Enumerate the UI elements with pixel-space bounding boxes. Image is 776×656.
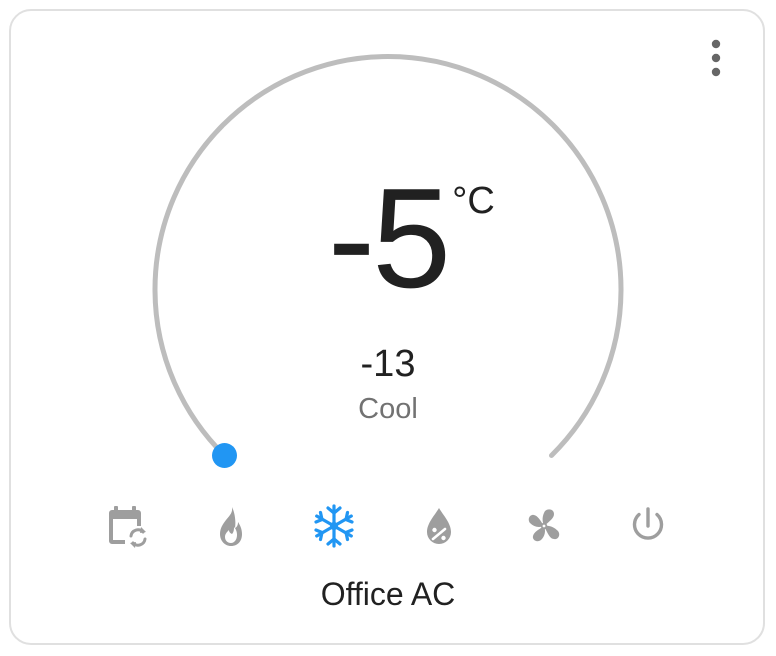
more-options-button[interactable]	[692, 30, 740, 86]
fire-icon	[220, 507, 242, 546]
mode-heat-button[interactable]	[206, 502, 254, 550]
mode-off-button[interactable]	[624, 502, 672, 550]
fan-icon	[528, 509, 560, 542]
water-percent-icon	[427, 508, 451, 544]
mode-cool-button[interactable]	[310, 502, 358, 550]
mode-fan-button[interactable]	[520, 502, 568, 550]
card-title: Office AC	[320, 576, 456, 612]
calendar-sync-icon	[109, 506, 147, 548]
power-icon	[632, 507, 664, 540]
hvac-mode-label: Cool	[358, 393, 418, 425]
dots-vertical-icon	[711, 39, 721, 77]
dial-handle[interactable]	[212, 443, 237, 468]
current-temperature: -13	[360, 343, 416, 385]
mode-auto-button[interactable]	[103, 502, 151, 550]
hvac-mode-selector	[0, 502, 776, 550]
mode-dry-button[interactable]	[415, 502, 463, 550]
snowflake-icon	[314, 504, 354, 548]
